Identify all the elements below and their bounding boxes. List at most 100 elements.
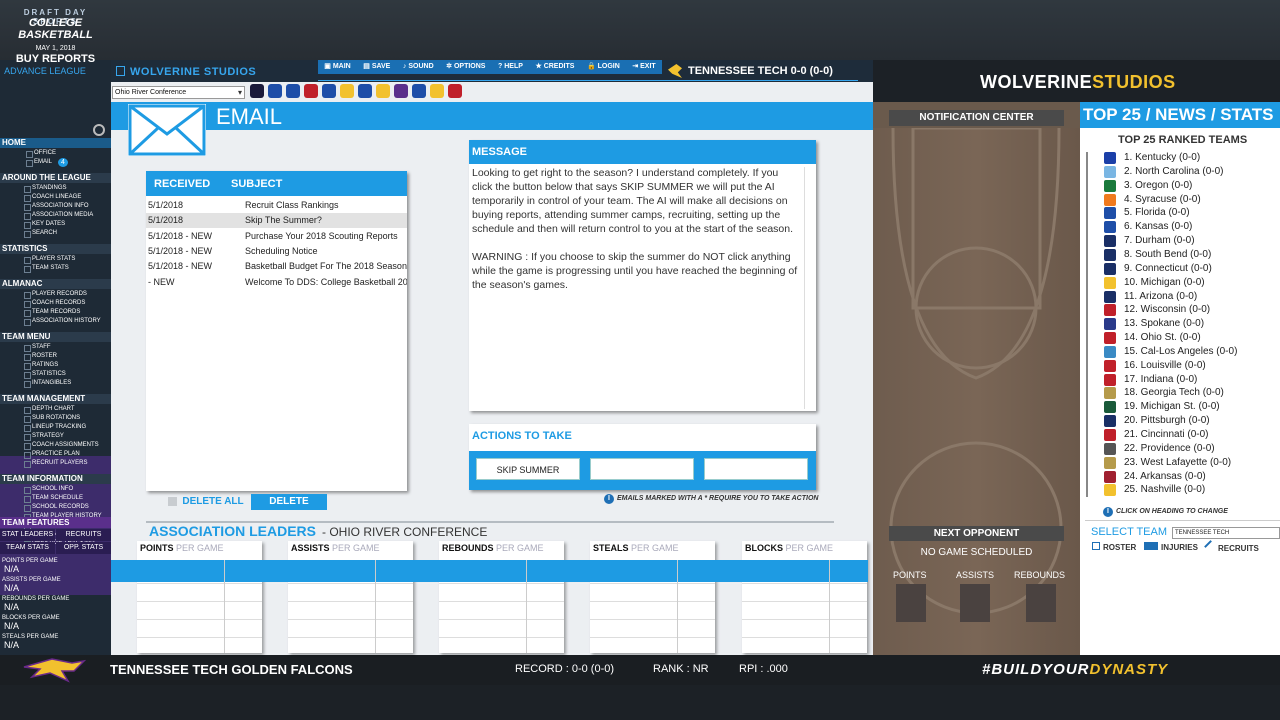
menu-exit[interactable]: ⇥ EXIT	[632, 60, 655, 74]
tf-tab-recruits[interactable]: RECRUITS	[56, 529, 111, 541]
sidebar-section-team-menu[interactable]: TEAM MENU	[0, 332, 111, 342]
sidebar-item-search[interactable]: SEARCH	[23, 229, 57, 238]
menu-help[interactable]: ? HELP	[498, 60, 523, 74]
conference-team-logo-icon[interactable]	[286, 84, 300, 98]
sidebar-section-team-management[interactable]: TEAM MANAGEMENT	[0, 394, 111, 404]
sidebar-item-ratings[interactable]: RATINGS	[23, 361, 58, 370]
sidebar-item-team-schedule[interactable]: TEAM SCHEDULE	[23, 494, 83, 503]
col-received[interactable]: RECEIVED	[154, 178, 210, 190]
conference-team-logo-icon[interactable]	[250, 84, 264, 98]
top25-team[interactable]: 2. North Carolina (0-0)	[1124, 166, 1223, 177]
sidebar-item-coach-lineage[interactable]: COACH LINEAGE	[23, 193, 81, 202]
sidebar-item-roster[interactable]: ROSTER	[23, 352, 57, 361]
menu-login[interactable]: 🔒 LOGIN	[587, 60, 620, 74]
delete-all-checkbox[interactable]	[168, 497, 177, 506]
sidebar-item-coach-assignments[interactable]: COACH ASSIGNMENTS	[24, 441, 99, 450]
top25-team[interactable]: 13. Spokane (0-0)	[1124, 318, 1204, 329]
sidebar-item-office[interactable]: OFFICE	[26, 149, 56, 158]
top25-team[interactable]: 4. Syracuse (0-0)	[1124, 194, 1201, 205]
sidebar-item-staff[interactable]: STAFF	[24, 343, 51, 352]
sidebar-item-practice-plan[interactable]: PRACTICE PLAN	[24, 450, 80, 459]
conference-team-logo-icon[interactable]	[268, 84, 282, 98]
sidebar-item-association-media[interactable]: ASSOCIATION MEDIA	[23, 211, 93, 220]
sidebar-item-lineup-tracking[interactable]: LINEUP TRACKING	[23, 423, 86, 432]
tf-tab-opp-stats[interactable]: OPP. STATS	[56, 542, 111, 554]
top25-team[interactable]: 22. Providence (0-0)	[1124, 443, 1215, 454]
injuries-link[interactable]: INJURIES	[1144, 542, 1198, 552]
top25-team[interactable]: 16. Louisville (0-0)	[1124, 360, 1206, 371]
delete-all-button[interactable]: DELETE ALL	[180, 494, 246, 510]
menu-sound[interactable]: ♪ SOUND	[403, 60, 434, 74]
action-button-3[interactable]	[704, 458, 808, 480]
conference-team-logo-icon[interactable]	[304, 84, 318, 98]
sidebar-item-sub-rotations[interactable]: SUB ROTATIONS	[23, 414, 80, 423]
top25-team[interactable]: 6. Kansas (0-0)	[1124, 221, 1192, 232]
sidebar-item-player-records[interactable]: PLAYER RECORDS	[24, 290, 87, 299]
menu-save[interactable]: ▤ SAVE	[363, 60, 390, 74]
conference-select[interactable]: Ohio River Conference	[112, 86, 245, 99]
sidebar-section-almanac[interactable]: ALMANAC	[0, 279, 111, 289]
top25-team[interactable]: 20. Pittsburgh (0-0)	[1124, 415, 1210, 426]
menu-options[interactable]: ✲ OPTIONS	[446, 60, 485, 74]
email-row[interactable]: 5/1/2018 - NEW Basketball Budget For The …	[146, 259, 407, 274]
top25-team[interactable]: 14. Ohio St. (0-0)	[1124, 332, 1201, 343]
sidebar-item-team-stats[interactable]: TEAM STATS	[24, 264, 69, 273]
sidebar-item-intangibles[interactable]: INTANGIBLES	[23, 379, 71, 388]
sidebar-item-statistics[interactable]: STATISTICS	[24, 370, 66, 379]
sidebar-item-association-history[interactable]: ASSOCIATION HISTORY	[24, 317, 101, 326]
conference-team-logo-icon[interactable]	[376, 84, 390, 98]
sidebar-item-recruit-players[interactable]: RECRUIT PLAYERS	[23, 459, 87, 468]
roster-link[interactable]: ROSTER	[1092, 542, 1136, 552]
sidebar-item-coach-records[interactable]: COACH RECORDS	[23, 299, 85, 308]
sidebar-item-key-dates[interactable]: KEY DATES	[23, 220, 65, 229]
sidebar-section-around[interactable]: AROUND THE LEAGUE	[0, 173, 111, 183]
top25-team[interactable]: 10. Michigan (0-0)	[1124, 277, 1205, 288]
col-subject[interactable]: SUBJECT	[231, 178, 282, 190]
sidebar-item-depth-chart[interactable]: DEPTH CHART	[24, 405, 75, 414]
email-row[interactable]: 5/1/2018 Skip The Summer?	[146, 213, 407, 229]
top25-team[interactable]: 19. Michigan St. (0-0)	[1124, 401, 1220, 412]
conference-team-logo-icon[interactable]	[412, 84, 426, 98]
top25-team[interactable]: 1. Kentucky (0-0)	[1124, 152, 1200, 163]
top25-team[interactable]: 17. Indiana (0-0)	[1124, 374, 1197, 385]
email-row[interactable]: 5/1/2018 - NEW Purchase Your 2018 Scoutin…	[146, 229, 407, 244]
top25-team[interactable]: 7. Durham (0-0)	[1124, 235, 1195, 246]
sidebar-item-strategy[interactable]: STRATEGY	[24, 432, 64, 441]
buy-reports-link[interactable]: BUY REPORTS	[0, 53, 111, 65]
advance-icon[interactable]	[93, 124, 105, 136]
top25-team[interactable]: 3. Oregon (0-0)	[1124, 180, 1192, 191]
conference-team-logo-icon[interactable]	[394, 84, 408, 98]
sidebar-item-player-stats[interactable]: PLAYER STATS	[23, 255, 75, 264]
tf-tab-stat-leaders[interactable]: STAT LEADERS	[0, 529, 55, 541]
email-row[interactable]: 5/1/2018 Recruit Class Rankings	[146, 198, 407, 213]
top25-header[interactable]: TOP 25 / NEWS / STATS	[1080, 102, 1280, 128]
tf-tab-team-stats[interactable]: TEAM STATS	[0, 542, 55, 554]
sidebar-item-school-records[interactable]: SCHOOL RECORDS	[24, 503, 89, 512]
delete-button[interactable]: DELETE	[251, 494, 327, 510]
sidebar-section-team-information[interactable]: TEAM INFORMATION	[0, 474, 111, 484]
top25-team[interactable]: 8. South Bend (0-0)	[1124, 249, 1211, 260]
sidebar-section-home[interactable]: HOME	[0, 138, 111, 148]
select-team-dropdown[interactable]: TENNESSEE TECH	[1172, 527, 1280, 539]
top25-team[interactable]: 25. Nashville (0-0)	[1124, 484, 1205, 495]
email-row[interactable]: 5/1/2018 - NEW Scheduling Notice	[146, 244, 407, 259]
top25-team[interactable]: 9. Connecticut (0-0)	[1124, 263, 1212, 274]
conference-team-logo-icon[interactable]	[448, 84, 462, 98]
top25-team[interactable]: 5. Florida (0-0)	[1124, 207, 1190, 218]
recruits-link[interactable]: RECRUITS	[1204, 540, 1259, 553]
sidebar-item-team-records[interactable]: TEAM RECORDS	[23, 308, 80, 317]
skip-summer-button[interactable]: SKIP SUMMER	[476, 458, 580, 480]
sidebar-item-email[interactable]: EMAIL	[25, 158, 52, 167]
email-row[interactable]: - NEW Welcome To DDS: College Basketball …	[146, 275, 407, 290]
sidebar-item-school-info[interactable]: SCHOOL INFO	[23, 485, 73, 494]
conference-team-logo-icon[interactable]	[340, 84, 354, 98]
sidebar-section-statistics[interactable]: STATISTICS	[0, 244, 111, 254]
menu-main[interactable]: ▣ MAIN	[324, 60, 350, 74]
conference-team-logo-icon[interactable]	[430, 84, 444, 98]
conference-team-logo-icon[interactable]	[322, 84, 336, 98]
top25-team[interactable]: 11. Arizona (0-0)	[1124, 291, 1197, 302]
top25-scrollbar[interactable]	[1086, 152, 1088, 497]
top25-team[interactable]: 24. Arkansas (0-0)	[1124, 471, 1206, 482]
top25-team[interactable]: 18. Georgia Tech (0-0)	[1124, 387, 1224, 398]
sidebar-item-standings[interactable]: STANDINGS	[24, 184, 67, 193]
